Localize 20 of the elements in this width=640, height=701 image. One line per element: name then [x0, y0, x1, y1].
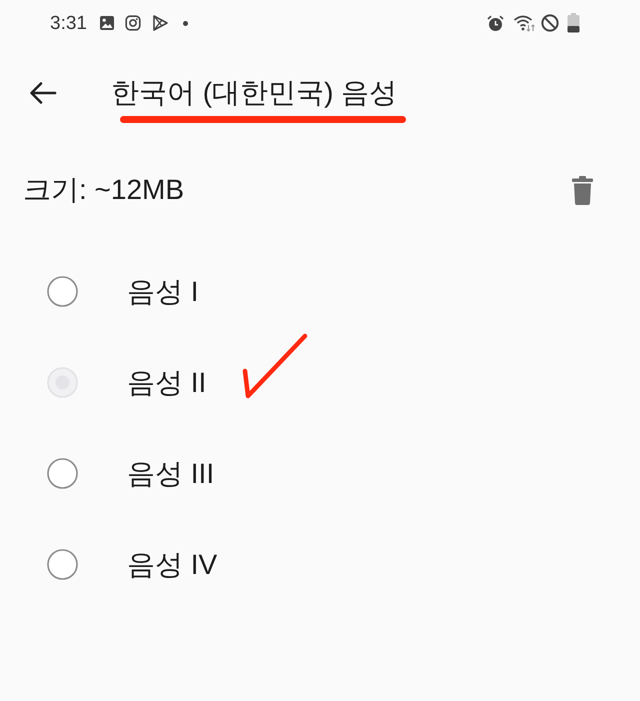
status-time: 3:31 [50, 14, 87, 32]
size-label: 크기: ~12MB [23, 176, 184, 204]
radio-button[interactable] [47, 276, 78, 307]
voice-label[interactable]: 음성 II [127, 368, 206, 396]
voice-label[interactable]: 음성 III [127, 460, 214, 488]
battery-icon [567, 13, 580, 33]
image-icon [98, 15, 115, 31]
voice-label[interactable]: 음성 I [127, 278, 199, 306]
trash-icon[interactable] [572, 176, 593, 204]
voice-label[interactable]: 음성 IV [127, 550, 218, 578]
screen-title: 한국어 (대한민국) 음성 [111, 79, 398, 107]
notification-dot-icon [182, 20, 188, 26]
alarm-clock-icon [487, 14, 504, 32]
camera-icon [124, 15, 141, 31]
play-triangle-icon [152, 14, 169, 32]
wifi-icon [513, 14, 536, 32]
blocked-icon [541, 14, 559, 32]
back-arrow-icon[interactable] [29, 81, 57, 105]
radio-button[interactable] [47, 458, 78, 489]
radio-button[interactable] [47, 549, 78, 580]
